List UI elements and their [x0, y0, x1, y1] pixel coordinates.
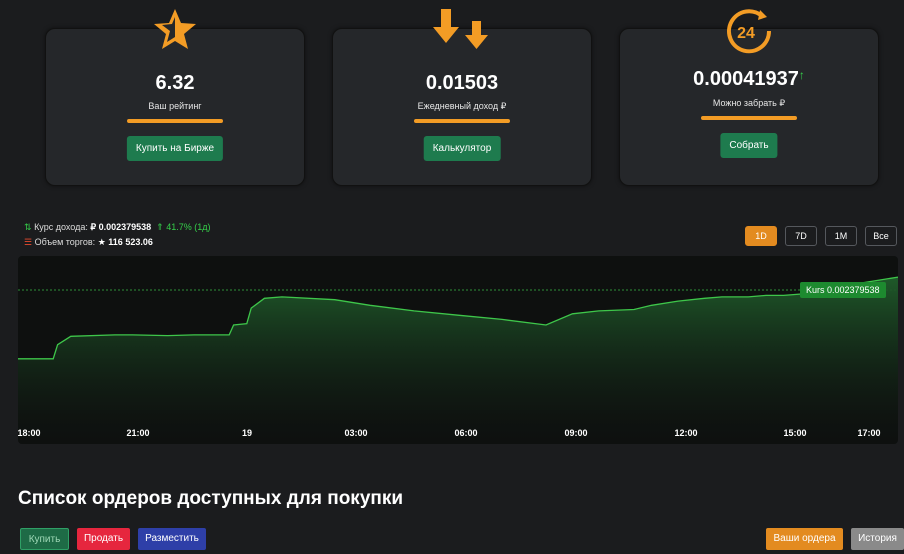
list-icon: ☰ [24, 237, 33, 247]
buy-tab-button[interactable]: Купить [20, 528, 69, 550]
price-area [18, 277, 898, 444]
x-tick: 19 [241, 428, 253, 438]
x-tick: 06:00 [454, 428, 478, 438]
x-tick: 15:00 [783, 428, 807, 438]
price-chart[interactable]: Kurs 0.002379538 18:00 21:00 19 03:00 06… [18, 256, 898, 444]
star-small-icon: ★ [97, 237, 106, 247]
x-tick: 18:00 [18, 428, 41, 438]
volume-label: Объем торгов: [34, 237, 96, 247]
daily-income-card: 0.01503 Ежедневный доход ₽ Калькулятор [332, 9, 592, 186]
rating-bar [127, 119, 223, 123]
x-tick: 09:00 [564, 428, 588, 438]
range-1d-button[interactable]: 1D [745, 226, 777, 246]
change-up-icon: ⇑ [156, 222, 164, 232]
clock-24-icon: 24 [727, 9, 772, 54]
daily-income-value: 0.01503 [425, 72, 499, 94]
volume-value: 116 523.06 [108, 237, 153, 247]
my-orders-button[interactable]: Ваши ордера [766, 528, 843, 550]
rating-card: 6.32 Ваш рейтинг Купить на Бирже [45, 9, 305, 186]
rate-change: 41.7% (1д) [166, 222, 211, 232]
daily-income-label: Ежедневный доход ₽ [417, 101, 507, 111]
x-tick: 03:00 [344, 428, 368, 438]
withdraw-bar [701, 116, 797, 120]
daily-income-bar [414, 119, 510, 123]
rate-stat: ⇅ Курс дохода: ₽ 0.002379538 ⇑ 41.7% (1д… [24, 222, 211, 233]
collect-button[interactable]: Собрать [720, 133, 778, 158]
withdraw-label: Можно забрать ₽ [712, 98, 786, 108]
range-7d-button[interactable]: 7D [785, 226, 817, 246]
current-price-tag: Kurs 0.002379538 [800, 282, 886, 298]
buy-on-exchange-button[interactable]: Купить на Бирже [126, 136, 224, 161]
volume-stat: ☰ Объем торгов: ★ 116 523.06 [24, 237, 153, 248]
withdraw-value: 0.00041937↑ [620, 68, 878, 91]
arrows-down-icon [433, 9, 488, 49]
range-all-button[interactable]: Все [865, 226, 897, 246]
x-tick: 21:00 [126, 428, 150, 438]
history-button[interactable]: История [851, 528, 904, 550]
sell-tab-button[interactable]: Продать [77, 528, 130, 550]
range-1m-button[interactable]: 1M [825, 226, 857, 246]
up-arrow-icon: ↑ [798, 68, 805, 82]
rate-label: Курс дохода: [34, 222, 88, 232]
rate-value: ₽ 0.002379538 [90, 222, 152, 232]
x-tick: 17:00 [857, 428, 881, 438]
price-chart-svg [18, 276, 898, 444]
place-order-button[interactable]: Разместить [138, 528, 206, 550]
rating-value: 6.32 [155, 72, 195, 94]
trend-up-icon: ⇅ [24, 222, 32, 232]
withdraw-card: 24 0.00041937↑ Можно забрать ₽ Собрать [619, 9, 879, 186]
withdraw-amount: 0.00041937 [693, 68, 799, 90]
star-icon [154, 9, 196, 49]
rating-label: Ваш рейтинг [148, 101, 202, 111]
x-tick: 12:00 [674, 428, 698, 438]
calculator-button[interactable]: Калькулятор [423, 136, 501, 161]
svg-text:24: 24 [737, 25, 755, 42]
orders-section-title: Список ордеров доступных для покупки [18, 488, 404, 509]
